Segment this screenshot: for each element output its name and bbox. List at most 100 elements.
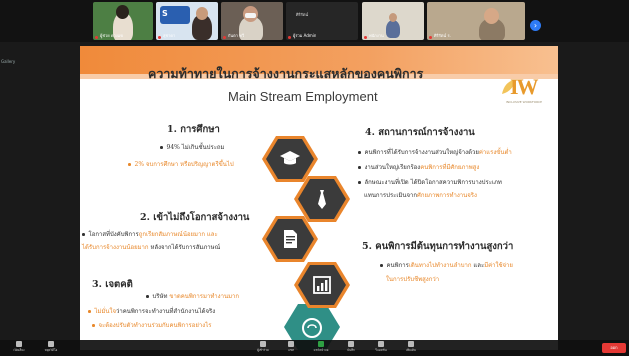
bullet-highlight: ได้รับการจ้างงานน้อยมาก	[82, 244, 149, 251]
more-button[interactable]: เพิ่มเติม	[396, 341, 426, 355]
participant-hair	[116, 5, 129, 19]
participant-face	[389, 13, 397, 22]
bullet-text: งานส่วนใหญ่เรียกร้อง	[364, 164, 421, 171]
bullet-dot	[380, 264, 383, 267]
bullet-dot	[358, 151, 361, 154]
chat-icon	[288, 341, 294, 347]
mic-muted-icon	[95, 36, 98, 39]
bullet-highlight: ศักยภาพการทำงานจริง	[417, 192, 477, 199]
camera-icon	[48, 341, 54, 347]
stop-video-button[interactable]: หยุดวิดีโอ	[36, 341, 66, 355]
bullet-highlight: ขาดคนพิการมาทำงานมาก	[169, 293, 240, 300]
bullet-item: บริษัท ขาดคนพิการมาทำงานมาก	[146, 291, 239, 301]
reactions-button[interactable]: รีแอคชัน	[366, 341, 396, 355]
participant-name: ผู้ร่วม Admin	[293, 33, 317, 38]
bullet-item: คนพิการที่ได้รับการจ้างงานส่วนใหญ่จ้างด้…	[358, 147, 512, 157]
bullet-text: โอกาสที่บังคับพิการ	[88, 231, 139, 238]
bullet-item: แทนการประเมินจากศักยภาพการทำงานจริง	[364, 190, 477, 200]
bullet-item: 2% จบการศึกษา หรือปริญญาตรีขึ้นไป	[128, 159, 234, 169]
mute-button[interactable]: เปิดเสียง	[4, 341, 34, 355]
participant-name: พนักงาน	[369, 33, 384, 38]
organization-logo: IW INCLUSIVE WORKFORCE	[500, 74, 550, 114]
bullet-highlight: จะต้องปรับตัวทำงานร่วมกับคนพิการอย่างไร	[98, 322, 212, 329]
mic-muted-icon	[158, 36, 161, 39]
mic-muted-icon	[429, 36, 432, 39]
bullet-dot	[128, 163, 131, 166]
hexagon-badge	[294, 176, 350, 222]
bullet-text: คนพิการ	[386, 262, 409, 269]
leave-button[interactable]: ออก	[602, 343, 626, 353]
participant-name: สุชาดา	[163, 33, 176, 38]
participant-tile[interactable]: S สุชาดา	[156, 2, 218, 40]
participant-tile[interactable]: กันตา ทวี	[221, 2, 283, 40]
mic-muted-icon	[223, 36, 226, 39]
bullet-item: โอกาสที่บังคับพิการถูกเรียกสัมภาษณ์น้อยม…	[82, 229, 218, 239]
record-button[interactable]: บันทึก	[336, 341, 366, 355]
video-overlay-text: S	[162, 9, 168, 18]
participants-button[interactable]: ผู้เข้าร่วม	[248, 341, 278, 355]
bullet-item: ได้รับการจ้างงานน้อยมาก หลังจากได้รับการ…	[82, 242, 220, 252]
bullet-highlight: ถูกเรียกสัมภาษณ์น้อยมาก และ	[138, 231, 218, 238]
participant-strip: ผู้ช่วย ดวงแข S สุชาดา กันตา ทวี ศิริรัต…	[0, 0, 629, 42]
brain-icon	[302, 318, 322, 338]
tie-icon	[318, 190, 326, 209]
slide-title: ความท้าทายในการจ้างงานกระแสหลักของคนพิกา…	[148, 66, 424, 81]
bullet-dot	[88, 310, 91, 313]
resume-icon	[284, 230, 297, 248]
toolbar-label: ผู้เข้าร่วม	[257, 348, 269, 352]
bullet-item: ในการปรับชีพสูงกว่า	[386, 274, 439, 284]
bullet-dot	[92, 324, 95, 327]
toolbar-label: รีแอคชัน	[375, 348, 387, 352]
logo-mark: IW	[510, 74, 539, 99]
bullet-item: จะต้องปรับตัวทำงานร่วมกับคนพิการอย่างไร	[92, 320, 211, 330]
participant-name: ผู้ช่วย ดวงแข	[100, 33, 124, 38]
bullet-highlight: ในการปรับชีพสูงกว่า	[386, 276, 440, 283]
participant-face	[484, 8, 499, 24]
face-mask-icon	[245, 13, 256, 18]
participant-tile[interactable]: ศิริรัตน์ ร.	[427, 2, 525, 40]
record-icon	[348, 341, 354, 347]
section-title-attitude: 3. เจตคติ	[92, 279, 133, 290]
next-page-icon[interactable]: ›	[530, 20, 541, 31]
toolbar-label: เพิ่มเติม	[406, 348, 416, 352]
share-screen-button[interactable]: แชร์หน้าจอ	[306, 341, 336, 355]
bullet-highlight: เดินทางไปทำงานลำบาก	[408, 262, 472, 269]
participant-tile[interactable]: ผู้ช่วย ดวงแข	[93, 2, 153, 40]
bullet-text: และ	[471, 262, 485, 269]
bullet-item: ลักษณะงานที่เปิด ได้ปิดโอกาสความพิการบาง…	[358, 177, 502, 187]
mic-muted-icon	[364, 36, 367, 39]
bullet-dot	[160, 146, 163, 149]
participant-face	[196, 7, 208, 20]
reaction-icon	[378, 341, 384, 347]
participant-tile[interactable]: ศิริรัตน์ ผู้ร่วม Admin	[286, 2, 358, 40]
participant-name-card: ศิริรัตน์	[296, 12, 309, 17]
toolbar-label: เปิดเสียง	[13, 348, 25, 352]
bullet-dot	[358, 166, 361, 169]
participants-icon	[260, 341, 266, 347]
chat-button[interactable]: แชท	[276, 341, 306, 355]
toolbar-label: แชร์หน้าจอ	[313, 348, 329, 352]
bullet-text: 94% ไม่เกินชั้นประถม	[166, 144, 225, 151]
bullet-highlight: คนพิการที่มีศักยภาพสูง	[420, 164, 480, 171]
bullet-text: แทนการประเมินจาก	[364, 192, 418, 199]
meeting-toolbar: เปิดเสียง หยุดวิดีโอ ผู้เข้าร่วม แชท แชร…	[0, 340, 629, 356]
participant-tile[interactable]: พนักงาน	[362, 2, 424, 40]
toolbar-label: หยุดวิดีโอ	[44, 348, 58, 352]
bullet-item: 94% ไม่เกินชั้นประถม	[160, 142, 225, 152]
view-label: Gallery	[1, 59, 16, 64]
bullet-dot	[358, 181, 361, 184]
mic-muted-icon	[288, 36, 291, 39]
participant-video	[386, 20, 400, 38]
toolbar-label: แชท	[288, 348, 294, 352]
bullet-item: คนพิการเดินทางไปทำงานลำบาก และมีค่าใช้จ่…	[380, 260, 513, 270]
section-title-cost: 5. คนพิการมีต้นทุนการทำงานสูงกว่า	[362, 241, 514, 252]
more-icon	[408, 341, 414, 347]
graduation-cap-icon	[280, 151, 300, 165]
bullet-text: หลังจากได้รับการสัมภาษณ์	[148, 244, 221, 251]
logo-tagline: INCLUSIVE WORKFORCE	[506, 100, 543, 104]
bullet-dot	[82, 233, 85, 236]
bullet-text: บริษัท	[152, 293, 170, 300]
slide-subtitle: Main Stream Employment	[228, 89, 378, 104]
section-title-education: 1. การศึกษา	[167, 124, 220, 135]
bullet-item: งานส่วนใหญ่เรียกร้องคนพิการที่มีศักยภาพส…	[358, 162, 479, 172]
